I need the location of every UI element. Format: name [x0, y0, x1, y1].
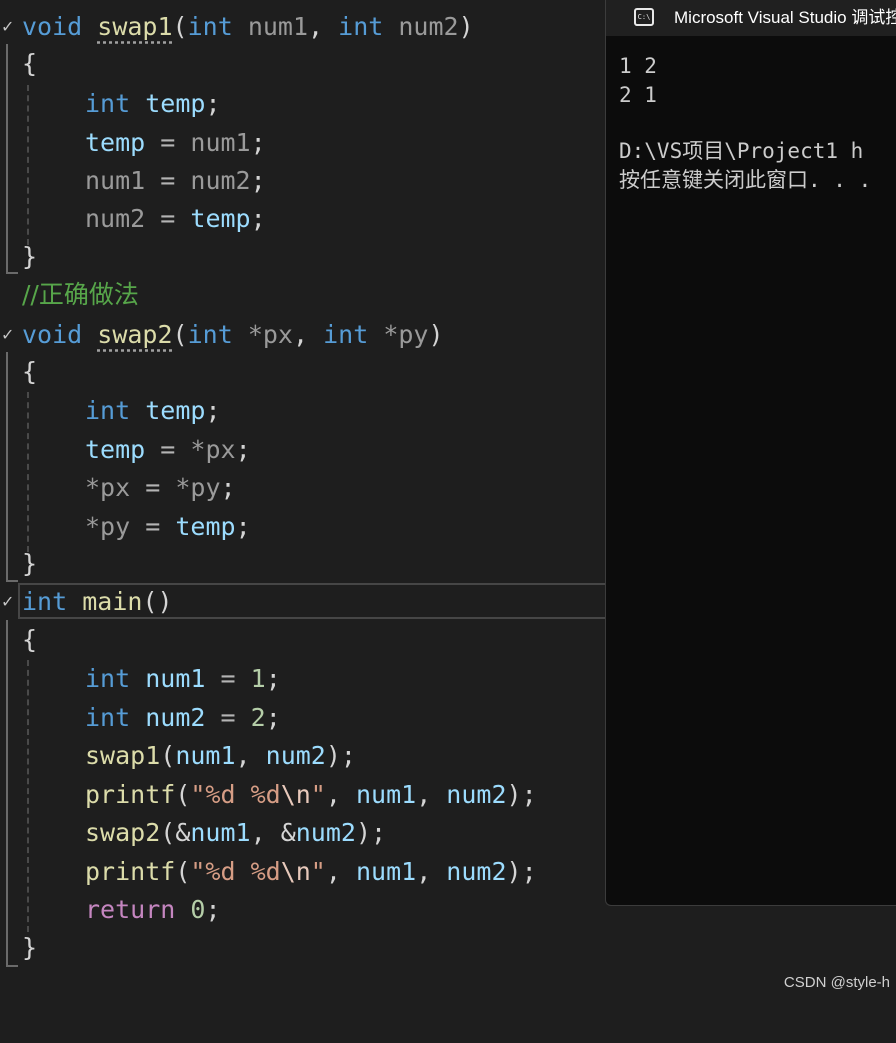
variable: num1	[175, 741, 236, 770]
parameter: *px	[190, 435, 236, 464]
parameter: num2	[190, 166, 251, 195]
variable: num1	[355, 857, 417, 886]
string-literal: "	[310, 780, 326, 809]
variable: temp	[85, 128, 146, 157]
variable: temp	[145, 396, 206, 425]
variable: num1	[355, 780, 417, 809]
brace: {	[22, 49, 38, 78]
function-call: swap2	[85, 818, 161, 847]
keyword: int	[85, 89, 131, 118]
string-literal: "%d %d	[190, 780, 281, 809]
variable: temp	[175, 512, 236, 541]
variable: num2	[446, 857, 507, 886]
variable: temp	[85, 435, 146, 464]
parameter: *px	[85, 473, 131, 502]
parameter: num1	[247, 12, 309, 41]
function-call: swap1	[85, 741, 161, 770]
parameter: *py	[85, 512, 131, 541]
number-literal: 1	[250, 664, 266, 693]
escape-sequence: \n	[280, 780, 311, 809]
function-call: printf	[85, 780, 176, 809]
escape-sequence: \n	[280, 857, 311, 886]
function-name: main	[82, 587, 143, 616]
variable: temp	[190, 204, 251, 233]
console-output-line: 按任意键关闭此窗口. . .	[619, 168, 872, 192]
variable: num2	[295, 818, 356, 847]
code-comment: //正确做法	[22, 280, 139, 309]
console-window-icon: C:\	[634, 8, 654, 26]
chevron-down-icon[interactable]: ✓	[1, 583, 19, 621]
variable: num1	[190, 818, 251, 847]
string-literal: "	[310, 857, 326, 886]
brace: {	[22, 625, 38, 654]
keyword: int	[187, 320, 233, 349]
function-call: printf	[85, 857, 176, 886]
parameter: num1	[85, 166, 146, 195]
parameter: *py	[383, 320, 429, 349]
console-output-line: 2 1	[619, 83, 657, 107]
function-name: swap1	[97, 12, 173, 41]
console-output-line: 1 2	[619, 54, 657, 78]
parameter: num1	[190, 128, 251, 157]
variable: num2	[145, 703, 206, 732]
parameter: *py	[175, 473, 221, 502]
brace: {	[22, 357, 38, 386]
keyword: void	[22, 320, 83, 349]
variable: num2	[265, 741, 326, 770]
number-literal: 0	[190, 895, 206, 924]
console-title: Microsoft Visual Studio 调试控制台	[674, 8, 896, 27]
keyword: int	[85, 664, 131, 693]
string-literal: "%d %d	[190, 857, 281, 886]
keyword: int	[85, 396, 131, 425]
brace: }	[22, 549, 38, 578]
variable: temp	[145, 89, 206, 118]
parameter: num2	[398, 12, 459, 41]
brace: }	[22, 933, 38, 962]
parameter: *px	[247, 320, 293, 349]
code-line: }	[0, 929, 896, 967]
variable: num2	[446, 780, 507, 809]
console-output-line: D:\VS项目\Project1 h	[619, 139, 864, 163]
keyword: return	[85, 895, 176, 924]
keyword: int	[22, 587, 68, 616]
debug-console-window[interactable]: C:\ Microsoft Visual Studio 调试控制台 1 2 2 …	[605, 0, 896, 906]
number-literal: 2	[250, 703, 266, 732]
keyword: int	[85, 703, 131, 732]
watermark: CSDN @style-h	[783, 974, 890, 991]
keyword: int	[338, 12, 384, 41]
chevron-down-icon[interactable]: ✓	[1, 316, 19, 354]
keyword: int	[323, 320, 369, 349]
brace: }	[22, 242, 38, 271]
keyword: int	[187, 12, 233, 41]
parameter: num2	[85, 204, 146, 233]
variable: num1	[145, 664, 206, 693]
function-name: swap2	[97, 320, 173, 349]
chevron-down-icon[interactable]: ✓	[1, 8, 19, 46]
console-titlebar[interactable]: C:\ Microsoft Visual Studio 调试控制台	[606, 0, 896, 36]
keyword: void	[22, 12, 83, 41]
